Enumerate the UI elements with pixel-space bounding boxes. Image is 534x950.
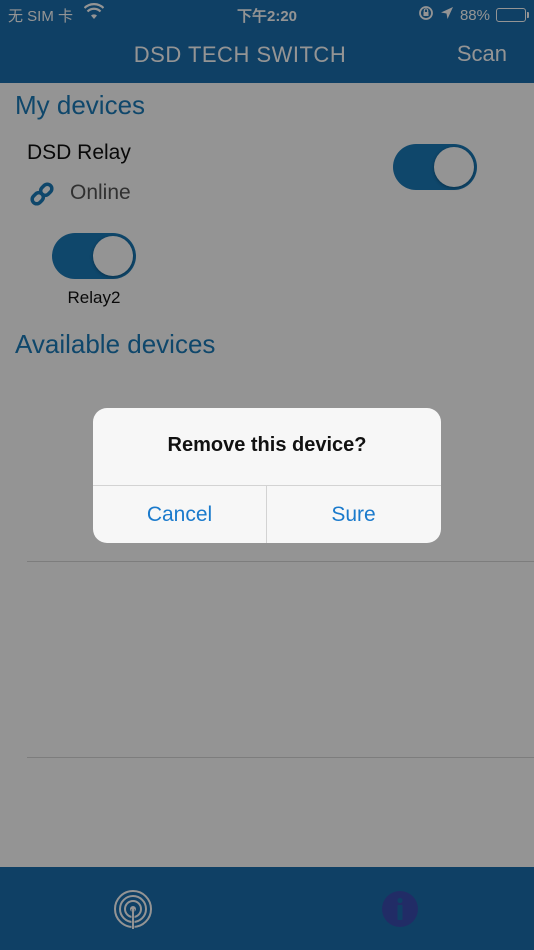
cancel-button[interactable]: Cancel [93, 486, 266, 543]
sure-button[interactable]: Sure [267, 486, 440, 543]
remove-device-dialog: Remove this device? Cancel Sure [93, 408, 441, 543]
dialog-message: Remove this device? [167, 434, 367, 456]
